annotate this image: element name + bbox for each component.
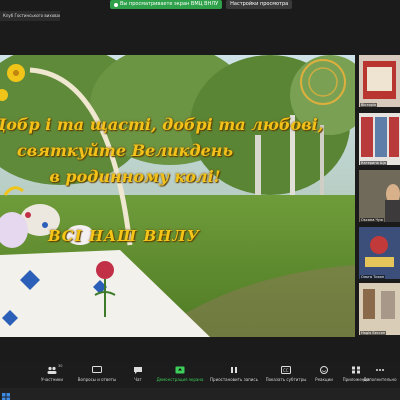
participant-tile[interactable]: Оксана Чуж bbox=[359, 170, 400, 222]
pause-record-button[interactable]: Приостановить запись bbox=[210, 366, 258, 382]
meeting-title-tab[interactable]: Клуб Гостинського виховання × bbox=[0, 11, 60, 21]
more-button[interactable]: Дополнительно bbox=[360, 366, 400, 382]
share-status-bar: Вы просматриваете экран ВМЦ ВНЛУ Настрой… bbox=[110, 0, 293, 9]
chat-label: Чат bbox=[134, 377, 142, 382]
more-icon bbox=[376, 369, 384, 371]
viewing-share-indicator: Вы просматриваете экран ВМЦ ВНЛУ bbox=[110, 0, 223, 9]
participant-video bbox=[359, 227, 400, 279]
meeting-title: Клуб Гостинського виховання bbox=[3, 13, 60, 18]
view-options-button[interactable]: Настройки просмотра bbox=[226, 0, 293, 9]
greeting-signature: ВСІ НАШ ВНЛУ bbox=[48, 227, 200, 245]
participant-tile[interactable]: Вікторія bbox=[359, 55, 400, 107]
shared-screen: Добр і та щасті, добрі та любові, святку… bbox=[0, 55, 355, 337]
pause-record-label: Приостановить запись bbox=[210, 377, 258, 382]
qa-icon bbox=[92, 366, 102, 373]
qa-button[interactable]: Вопросы и ответы bbox=[75, 366, 119, 382]
windows-start-icon[interactable] bbox=[0, 391, 12, 400]
share-dot-icon bbox=[114, 2, 118, 7]
chat-button[interactable]: Чат bbox=[116, 366, 160, 382]
share-screen-button[interactable]: Демонстрация экрана bbox=[156, 366, 204, 382]
captions-label: Показать субтитры bbox=[265, 377, 307, 382]
participant-tile[interactable]: Ольга Тихон bbox=[359, 227, 400, 279]
participant-tile[interactable]: Катерина Ща bbox=[359, 113, 400, 165]
windows-taskbar bbox=[0, 388, 400, 400]
participant-name: Надія Бессон bbox=[360, 331, 387, 335]
meeting-toolbar: Участники 30 Вопросы и ответы Чат Демонс… bbox=[0, 362, 400, 400]
svg-text:CC: CC bbox=[283, 368, 289, 373]
participants-icon bbox=[47, 366, 57, 374]
participants-label: Участники bbox=[40, 377, 63, 382]
reactions-label: Реакции bbox=[315, 377, 333, 382]
participant-name: Ольга Тихон bbox=[360, 275, 386, 279]
chat-icon bbox=[134, 367, 142, 374]
easter-photo bbox=[0, 55, 355, 337]
participant-name: Вікторія bbox=[360, 103, 377, 107]
participants-gallery: Вікторія Катерина Ща Оксана Чуж Ольга Ти… bbox=[359, 55, 400, 337]
smile-icon bbox=[320, 366, 328, 374]
captions-icon: CC bbox=[281, 366, 291, 374]
share-screen-icon bbox=[175, 366, 185, 374]
participant-video bbox=[359, 283, 400, 335]
sharing-text: Вы просматриваете экран ВМЦ ВНЛУ bbox=[120, 1, 219, 7]
participant-video bbox=[359, 55, 400, 107]
greeting-line-1: Добр і та щасті, добрі та любові, bbox=[0, 115, 324, 134]
more-label: Дополнительно bbox=[363, 377, 397, 382]
greeting-line-3: в родинному колі! bbox=[49, 167, 221, 186]
greeting-line-2: святкуйте Великдень bbox=[16, 141, 234, 160]
participants-count: 30 bbox=[58, 364, 63, 368]
zoom-window: Вы просматриваете экран ВМЦ ВНЛУ Настрой… bbox=[0, 0, 400, 400]
participant-tile[interactable]: Надія Бессон bbox=[359, 283, 400, 335]
pause-icon bbox=[231, 367, 237, 373]
participant-name: Катерина Ща bbox=[360, 161, 387, 165]
participant-video bbox=[359, 170, 400, 222]
qa-label: Вопросы и ответы bbox=[77, 377, 117, 382]
share-screen-label: Демонстрация экрана bbox=[156, 377, 204, 382]
participant-name: Оксана Чуж bbox=[360, 218, 385, 222]
participants-button[interactable]: Участники bbox=[30, 366, 74, 382]
participant-video bbox=[359, 113, 400, 165]
